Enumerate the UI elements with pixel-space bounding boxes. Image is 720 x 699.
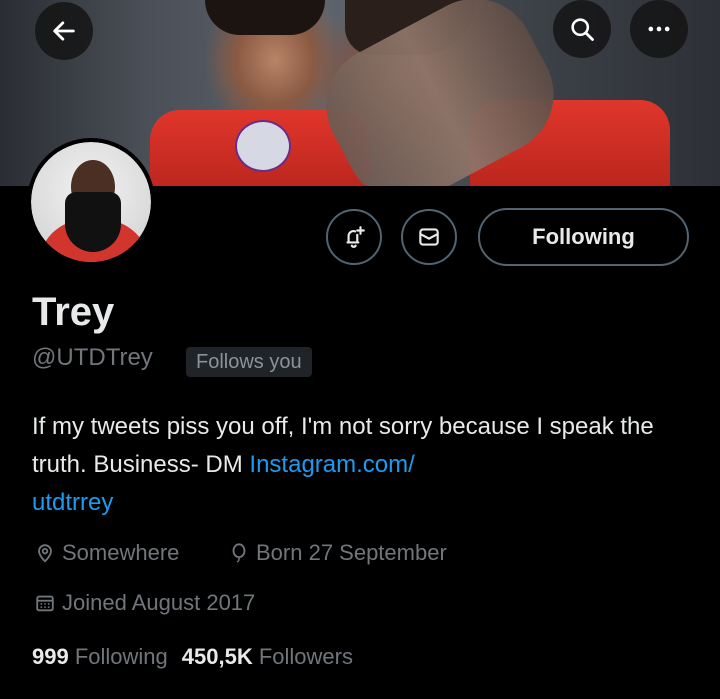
calendar-icon (36, 595, 54, 612)
banner-detail (235, 120, 291, 172)
following-label: Following (74, 644, 168, 669)
balloon-icon (232, 543, 246, 563)
following-count: 999 (32, 644, 69, 669)
more-button[interactable] (630, 0, 688, 58)
followers-label: Followers (258, 644, 353, 669)
followers-stat[interactable]: 450,5K Followers (182, 644, 353, 670)
join-date: Joined August 2017 (34, 590, 255, 616)
envelope-icon (419, 228, 439, 246)
location-text: Somewhere (62, 540, 180, 565)
search-icon (571, 18, 594, 41)
back-button[interactable] (35, 2, 93, 60)
arrow-left-icon (53, 21, 75, 41)
join-date-text: Joined August 2017 (62, 590, 256, 615)
following-stat[interactable]: 999 Following (32, 644, 168, 670)
location-pin-icon (38, 544, 52, 563)
more-icon (648, 26, 670, 32)
follows-you-badge: Follows you (186, 347, 312, 377)
profile-bio: If my tweets piss you off, I'm not sorry… (32, 408, 692, 522)
profile-handle: @UTDTrey (32, 344, 153, 371)
follow-stats: 999 Following 450,5K Followers (32, 644, 353, 670)
message-button[interactable] (401, 209, 457, 265)
banner-detail (205, 0, 325, 35)
birthday: Born 27 September (228, 540, 447, 566)
search-button[interactable] (553, 0, 611, 58)
avatar[interactable] (27, 138, 155, 266)
location: Somewhere (34, 540, 179, 566)
profile-name: Trey (32, 290, 115, 334)
birthday-text: Born 27 September (256, 540, 447, 565)
bell-plus-icon (346, 226, 365, 248)
notify-button[interactable] (326, 209, 382, 265)
following-button[interactable]: Following (478, 208, 689, 266)
followers-count: 450,5K (181, 644, 253, 669)
